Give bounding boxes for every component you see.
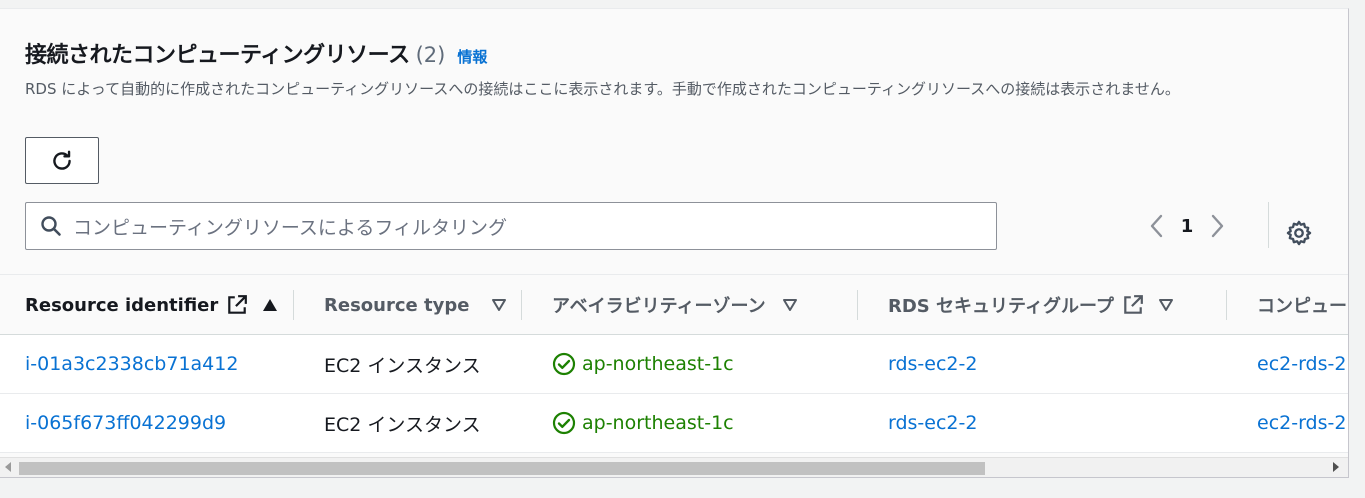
column-header-resource-identifier[interactable]: Resource identifier — [25, 275, 278, 335]
rds-security-group-link[interactable]: rds-ec2-2 — [888, 335, 977, 393]
availability-zone-cell: ap-northeast-1c — [552, 394, 734, 452]
chevron-right-icon — [1211, 214, 1224, 238]
resource-type-cell: EC2 インスタンス — [324, 413, 481, 436]
rds-security-group-link[interactable]: rds-ec2-2 — [888, 394, 977, 452]
success-icon — [552, 352, 576, 376]
success-icon — [552, 411, 576, 435]
next-page-button[interactable] — [1205, 211, 1229, 241]
scroll-right-arrow[interactable] — [1333, 462, 1339, 472]
section-header: 接続されたコンピューティングリソース (2) 情報 — [25, 37, 487, 69]
resource-count: (2) — [415, 43, 446, 67]
chevron-left-icon — [1150, 214, 1163, 238]
info-link[interactable]: 情報 — [457, 46, 487, 67]
compute-security-group-link[interactable]: ec2-rds-2 — [1257, 335, 1346, 393]
column-header-compute-security-group[interactable]: コンピュー — [1257, 275, 1347, 335]
sort-icon — [782, 299, 797, 311]
column-divider — [857, 290, 858, 320]
current-page[interactable]: 1 — [1169, 216, 1205, 237]
sort-ascending-icon — [263, 299, 278, 311]
column-label: Resource identifier — [25, 294, 219, 316]
column-header-rds-security-group[interactable]: RDS セキュリティグループ — [888, 275, 1174, 335]
gear-icon[interactable] — [1285, 219, 1313, 247]
table-row: i-01a3c2338cb71a412 EC2 インスタンス ap-northe… — [0, 335, 1348, 394]
column-header-resource-type[interactable]: Resource type — [324, 275, 507, 335]
column-divider — [293, 290, 294, 320]
search-input[interactable]: コンピューティングリソースによるフィルタリング — [25, 202, 997, 250]
external-link-icon — [228, 295, 248, 314]
column-label: Resource type — [324, 294, 470, 316]
scroll-thumb[interactable] — [19, 462, 985, 475]
sort-icon — [492, 299, 507, 311]
scroll-left-arrow[interactable] — [5, 462, 11, 472]
column-label: RDS セキュリティグループ — [888, 296, 1114, 317]
availability-zone-cell: ap-northeast-1c — [552, 335, 734, 393]
horizontal-scrollbar[interactable] — [0, 457, 1348, 477]
column-divider — [1226, 290, 1227, 320]
pagination-divider — [1268, 202, 1269, 248]
section-description: RDS によって自動的に作成されたコンピューティングリソースへの接続はここに表示… — [25, 80, 1180, 98]
availability-zone-text: ap-northeast-1c — [582, 412, 734, 434]
pagination: 1 — [1145, 209, 1229, 243]
connected-compute-resources-panel: 接続されたコンピューティングリソース (2) 情報 RDS によって自動的に作成… — [0, 8, 1349, 478]
compute-resources-table: Resource identifier Resource type アベイラビリ… — [0, 274, 1348, 453]
refresh-icon — [53, 150, 71, 170]
column-label: コンピュー — [1257, 296, 1347, 317]
previous-page-button[interactable] — [1145, 211, 1169, 241]
section-title: 接続されたコンピューティングリソース — [25, 43, 410, 68]
external-link-icon — [1124, 295, 1143, 314]
sort-icon — [1158, 299, 1173, 311]
resource-id-link[interactable]: i-065f673ff042299d9 — [25, 394, 226, 452]
table-row: i-065f673ff042299d9 EC2 インスタンス ap-northe… — [0, 394, 1348, 453]
resource-type-cell: EC2 インスタンス — [324, 354, 481, 377]
column-divider — [521, 290, 522, 320]
table-header: Resource identifier Resource type アベイラビリ… — [0, 274, 1348, 335]
search-icon — [41, 216, 61, 236]
refresh-button[interactable] — [25, 137, 99, 184]
availability-zone-text: ap-northeast-1c — [582, 353, 734, 375]
search-placeholder: コンピューティングリソースによるフィルタリング — [73, 216, 507, 239]
column-label: アベイラビリティーゾーン — [552, 296, 766, 317]
resource-id-link[interactable]: i-01a3c2338cb71a412 — [25, 335, 238, 393]
compute-security-group-link[interactable]: ec2-rds-2 — [1257, 394, 1346, 452]
column-header-availability-zone[interactable]: アベイラビリティーゾーン — [552, 275, 798, 335]
